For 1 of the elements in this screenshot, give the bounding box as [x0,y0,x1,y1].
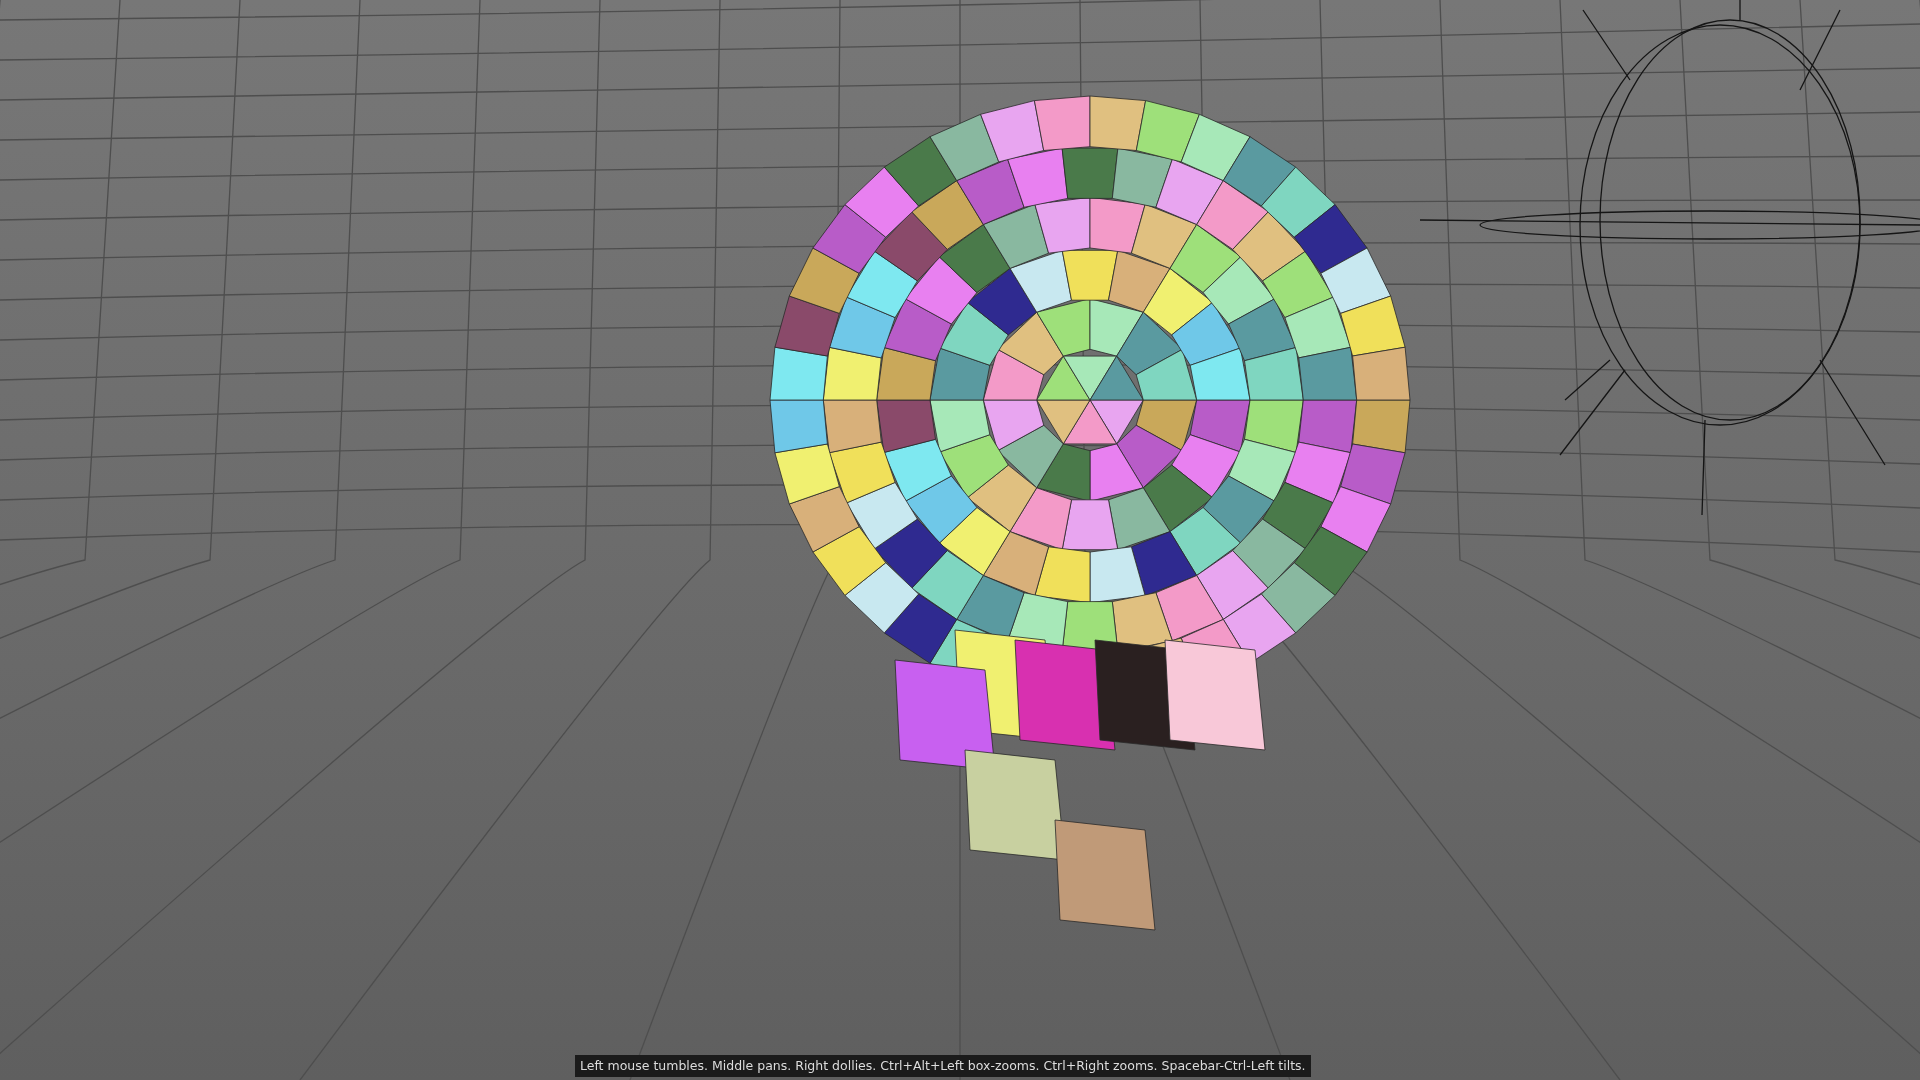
viewport-background[interactable]: Left mouse tumbles. Middle pans. Right dollies. Ctrl+Alt+Left box-zooms. Ctrl+Right zooms. Spacebar-Ctrl-Left tilts. [0,0,1920,1080]
